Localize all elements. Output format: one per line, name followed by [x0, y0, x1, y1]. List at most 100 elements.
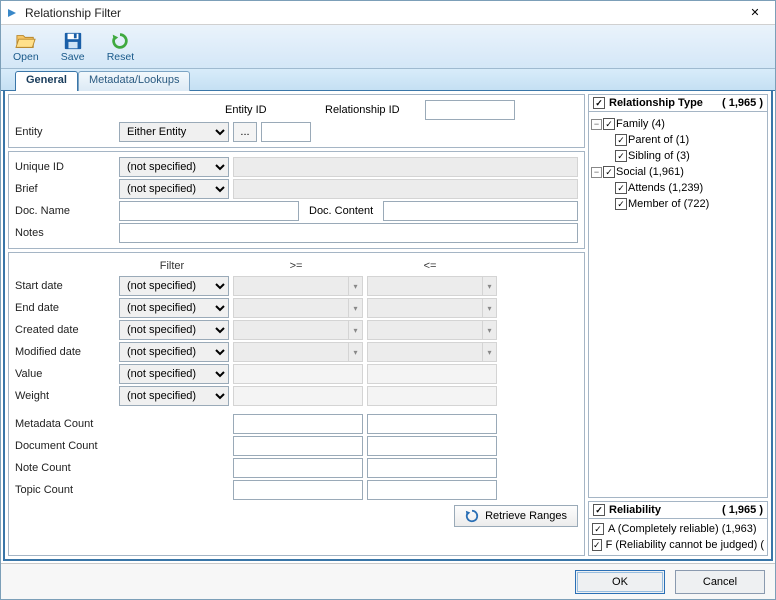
filter-panel: Filter >= <= Start date(not specified)▾▾… [8, 252, 585, 556]
end-date-ge[interactable]: ▾ [233, 298, 363, 318]
note-count-ge[interactable] [233, 458, 363, 478]
checkbox[interactable]: ✓ [592, 539, 602, 551]
end-date-le[interactable]: ▾ [367, 298, 497, 318]
notes-input[interactable] [119, 223, 578, 243]
chevron-down-icon: ▾ [348, 277, 362, 295]
metadata-count-ge[interactable] [233, 414, 363, 434]
entity-id-label: Entity ID [225, 104, 285, 116]
titlebar: Relationship Filter ✕ [1, 1, 775, 25]
ge-header: >= [229, 260, 363, 272]
relationship-type-header: ✓ Relationship Type ( 1,965 ) [588, 94, 768, 112]
tree-node-social[interactable]: −✓Social (1,961) [591, 164, 765, 180]
chevron-down-icon: ▾ [348, 321, 362, 339]
modified-date-le[interactable]: ▾ [367, 342, 497, 362]
unique-id-select[interactable]: (not specified) [119, 157, 229, 177]
tree-node-sibling[interactable]: ✓Sibling of (3) [591, 148, 765, 164]
doc-name-label: Doc. Name [15, 205, 115, 217]
topic-count-le[interactable] [367, 480, 497, 500]
open-button[interactable]: Open [9, 29, 43, 65]
chevron-down-icon: ▾ [348, 343, 362, 361]
retrieve-ranges-button[interactable]: Retrieve Ranges [454, 505, 578, 527]
checkbox[interactable]: ✓ [603, 166, 615, 178]
ok-button[interactable]: OK [575, 570, 665, 594]
tab-metadata[interactable]: Metadata/Lookups [78, 71, 191, 91]
reltype-checkbox[interactable]: ✓ [593, 97, 605, 109]
document-count-label: Document Count [15, 440, 229, 452]
chevron-down-icon: ▾ [348, 299, 362, 317]
document-count-ge[interactable] [233, 436, 363, 456]
start-date-label: Start date [15, 280, 115, 292]
end-date-filter[interactable]: (not specified) [119, 298, 229, 318]
note-count-le[interactable] [367, 458, 497, 478]
save-button[interactable]: Save [57, 29, 89, 65]
floppy-icon [62, 31, 84, 51]
value-ge[interactable] [233, 364, 363, 384]
start-date-ge[interactable]: ▾ [233, 276, 363, 296]
weight-le[interactable] [367, 386, 497, 406]
brief-select[interactable]: (not specified) [119, 179, 229, 199]
tree-node-family[interactable]: −✓Family (4) [591, 116, 765, 132]
tree-node-parent[interactable]: ✓Parent of (1) [591, 132, 765, 148]
collapse-icon[interactable]: − [591, 119, 602, 130]
modified-date-ge[interactable]: ▾ [233, 342, 363, 362]
weight-ge[interactable] [233, 386, 363, 406]
refresh-icon [465, 509, 479, 523]
topic-count-label: Topic Count [15, 484, 229, 496]
entity-select[interactable]: Either Entity [119, 122, 229, 142]
checkbox[interactable]: ✓ [615, 198, 627, 210]
created-date-le[interactable]: ▾ [367, 320, 497, 340]
right-pane: ✓ Relationship Type ( 1,965 ) −✓Family (… [588, 94, 768, 556]
toolbar: Open Save Reset [1, 25, 775, 69]
modified-date-filter[interactable]: (not specified) [119, 342, 229, 362]
metadata-count-le[interactable] [367, 414, 497, 434]
value-label: Value [15, 368, 115, 380]
note-count-label: Note Count [15, 462, 229, 474]
retrieve-label: Retrieve Ranges [485, 510, 567, 522]
chevron-down-icon: ▾ [482, 343, 496, 361]
value-le[interactable] [367, 364, 497, 384]
checkbox[interactable]: ✓ [603, 118, 615, 130]
checkbox[interactable]: ✓ [615, 182, 627, 194]
entity-label: Entity [15, 126, 115, 138]
doc-content-input[interactable] [383, 201, 578, 221]
reliability-header: ✓ Reliability ( 1,965 ) [588, 501, 768, 519]
close-icon: ✕ [750, 6, 759, 19]
weight-label: Weight [15, 390, 115, 402]
unique-id-field[interactable] [233, 157, 578, 177]
collapse-icon[interactable]: − [591, 167, 602, 178]
reliability-item-a[interactable]: ✓A (Completely reliable) (1,963) [592, 521, 764, 537]
refresh-icon [109, 31, 131, 51]
reliability-checkbox[interactable]: ✓ [593, 504, 605, 516]
entity-browse-button[interactable]: ... [233, 122, 257, 142]
checkbox[interactable]: ✓ [592, 523, 604, 535]
chevron-down-icon: ▾ [482, 321, 496, 339]
close-button[interactable]: ✕ [739, 2, 771, 24]
brief-field[interactable] [233, 179, 578, 199]
value-filter[interactable]: (not specified) [119, 364, 229, 384]
reset-button[interactable]: Reset [103, 29, 138, 65]
entity-id-input[interactable] [261, 122, 311, 142]
created-date-filter[interactable]: (not specified) [119, 320, 229, 340]
created-date-ge[interactable]: ▾ [233, 320, 363, 340]
reliability-count: ( 1,965 ) [722, 504, 763, 516]
chevron-down-icon: ▾ [482, 299, 496, 317]
tree-node-member[interactable]: ✓Member of (722) [591, 196, 765, 212]
end-date-label: End date [15, 302, 115, 314]
relationship-id-label: Relationship ID [325, 104, 415, 116]
checkbox[interactable]: ✓ [615, 150, 627, 162]
document-count-le[interactable] [367, 436, 497, 456]
relationship-id-input[interactable] [425, 100, 515, 120]
checkbox[interactable]: ✓ [615, 134, 627, 146]
weight-filter[interactable]: (not specified) [119, 386, 229, 406]
unique-id-label: Unique ID [15, 161, 115, 173]
start-date-le[interactable]: ▾ [367, 276, 497, 296]
reliability-item-f[interactable]: ✓F (Reliability cannot be judged) ( [592, 537, 764, 553]
doc-name-input[interactable] [119, 201, 299, 221]
chevron-down-icon: ▾ [482, 277, 496, 295]
topic-count-ge[interactable] [233, 480, 363, 500]
tab-general[interactable]: General [15, 71, 78, 91]
metadata-count-label: Metadata Count [15, 418, 229, 430]
tree-node-attends[interactable]: ✓Attends (1,239) [591, 180, 765, 196]
cancel-button[interactable]: Cancel [675, 570, 765, 594]
start-date-filter[interactable]: (not specified) [119, 276, 229, 296]
